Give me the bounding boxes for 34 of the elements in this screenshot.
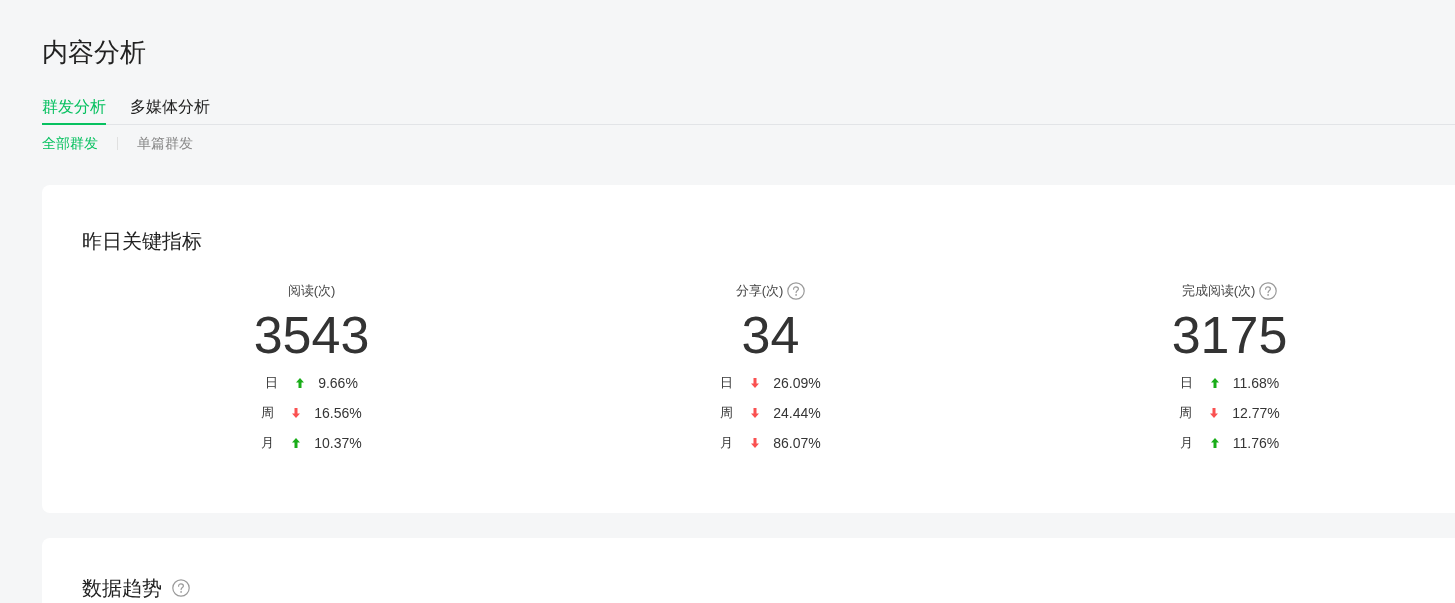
metric-value: 34 [741, 307, 800, 363]
change-percent: 10.37% [314, 434, 362, 452]
period-label: 周 [720, 404, 734, 422]
change-percent: 11.68% [1232, 374, 1280, 392]
period-label: 周 [1179, 404, 1193, 422]
change-percent: 11.76% [1232, 434, 1280, 452]
help-icon[interactable] [172, 579, 190, 597]
subtab[interactable]: 单篇群发 [137, 133, 193, 153]
change-percent: 86.07% [773, 434, 821, 452]
period-label: 周 [261, 404, 275, 422]
metric-value: 3175 [1171, 307, 1288, 363]
metric-label: 分享(次) [735, 282, 784, 300]
metric-label: 完成阅读(次) [1181, 282, 1256, 300]
period-label: 日 [265, 374, 279, 392]
change-percent: 16.56% [314, 404, 362, 422]
tab[interactable]: 群发分析 [42, 96, 106, 125]
change-percent: 24.44% [773, 404, 821, 422]
help-icon[interactable] [1259, 282, 1278, 300]
period-label: 月 [261, 434, 275, 452]
metric-label: 阅读(次) [287, 282, 336, 300]
metric-value: 3543 [253, 307, 370, 363]
change-percent: 12.77% [1232, 404, 1280, 422]
help-icon[interactable] [787, 282, 806, 300]
period-label: 月 [720, 434, 734, 452]
card-title: 数据趋势 [82, 576, 162, 601]
period-label: 日 [720, 374, 734, 392]
change-percent: 26.09% [773, 374, 821, 392]
change-percent: 9.66% [318, 374, 358, 392]
card-title: 昨日关键指标 [82, 229, 202, 254]
subtab[interactable]: 全部群发 [42, 133, 98, 153]
period-label: 日 [1179, 374, 1193, 392]
page-title: 内容分析 [42, 36, 146, 68]
period-label: 月 [1179, 434, 1193, 452]
tab[interactable]: 多媒体分析 [130, 96, 210, 125]
